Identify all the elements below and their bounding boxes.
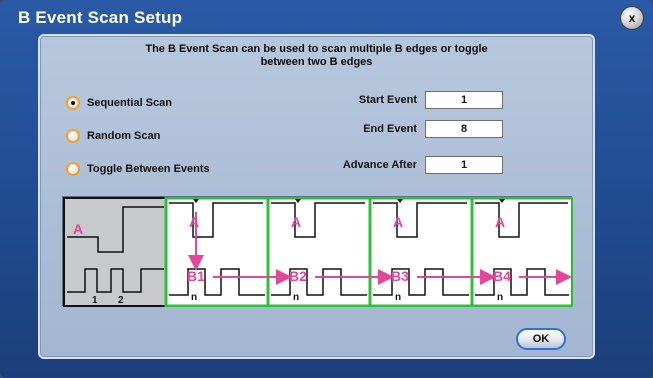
segment-1-marker-icon [193,199,199,203]
end-event-label: End Event [363,123,417,135]
segment-3-trace-a [373,202,467,238]
settings-panel: The B Event Scan can be used to scan mul… [38,34,595,359]
left-pulse-2-label: 2 [118,295,124,306]
start-event-row: Start Event 1 [297,91,503,109]
segment-2-n-label: n [293,292,299,303]
segment-1-a-label: A [189,214,199,230]
advance-after-row: Advance After 1 [297,156,503,174]
segment-1-trace-b [169,268,265,296]
dialog-window: B Event Scan Setup x The B Event Scan ca… [0,0,653,378]
segment-4-marker-icon [499,199,505,203]
radio-toggle-between-events[interactable]: Toggle Between Events [66,162,210,176]
start-event-input[interactable]: 1 [425,91,503,109]
segment-4-trace-a [475,202,568,238]
radio-sequential-label: Sequential Scan [87,97,172,109]
segment-4-border [470,197,573,307]
segment-1-trace-a [169,202,263,238]
segment-2-marker-icon [295,199,301,203]
scan-description-line-2: between two B edges [260,56,373,68]
scan-description: The B Event Scan can be used to scan mul… [40,43,593,69]
segment-1-border [164,197,270,307]
segment-3-trace-b [373,268,469,296]
close-icon: x [628,11,636,25]
radio-selected-icon [66,96,80,110]
segment-3-b-label: B3 [391,268,409,284]
left-a-label: A [73,221,83,237]
start-event-label: Start Event [358,94,417,106]
segment-4-b-label: B4 [493,268,511,284]
segment-4-trace-b [475,268,569,296]
segment-2-trace-a [271,202,365,238]
ok-button[interactable]: OK [516,328,566,350]
radio-sequential-scan[interactable]: Sequential Scan [66,96,172,110]
radio-unselected-icon [66,162,80,176]
segment-4-a-label: A [495,214,505,230]
segment-2-b-label: B2 [289,268,307,284]
scan-diagram: A 1 2 A A A A B1 B2 B3 B4 n n n n [62,196,573,307]
dialog-title: B Event Scan Setup [18,8,183,27]
end-event-input[interactable]: 8 [425,120,503,138]
radio-unselected-icon [66,129,80,143]
segment-3-border [368,197,474,307]
segment-1-b-label: B1 [187,268,205,284]
segment-3-a-label: A [393,214,403,230]
segment-2-trace-b [271,268,367,296]
advance-after-input[interactable]: 1 [425,156,503,174]
radio-toggle-label: Toggle Between Events [87,163,210,175]
segment-3-n-label: n [395,292,401,303]
segment-1-n-label: n [191,292,197,303]
radio-random-label: Random Scan [87,130,161,142]
segment-2-border [266,197,372,307]
segment-4-n-label: n [497,292,503,303]
close-button[interactable]: x [620,6,644,30]
scan-description-line-1: The B Event Scan can be used to scan mul… [145,43,488,55]
advance-after-label: Advance After [342,159,417,171]
scan-diagram-svg: A 1 2 A A A A B1 B2 B3 B4 n n n n [63,197,573,307]
radio-random-scan[interactable]: Random Scan [66,129,160,143]
segment-3-marker-icon [397,199,403,203]
left-pulse-1-label: 1 [92,295,98,306]
end-event-row: End Event 8 [297,120,503,138]
segment-2-a-label: A [291,214,301,230]
